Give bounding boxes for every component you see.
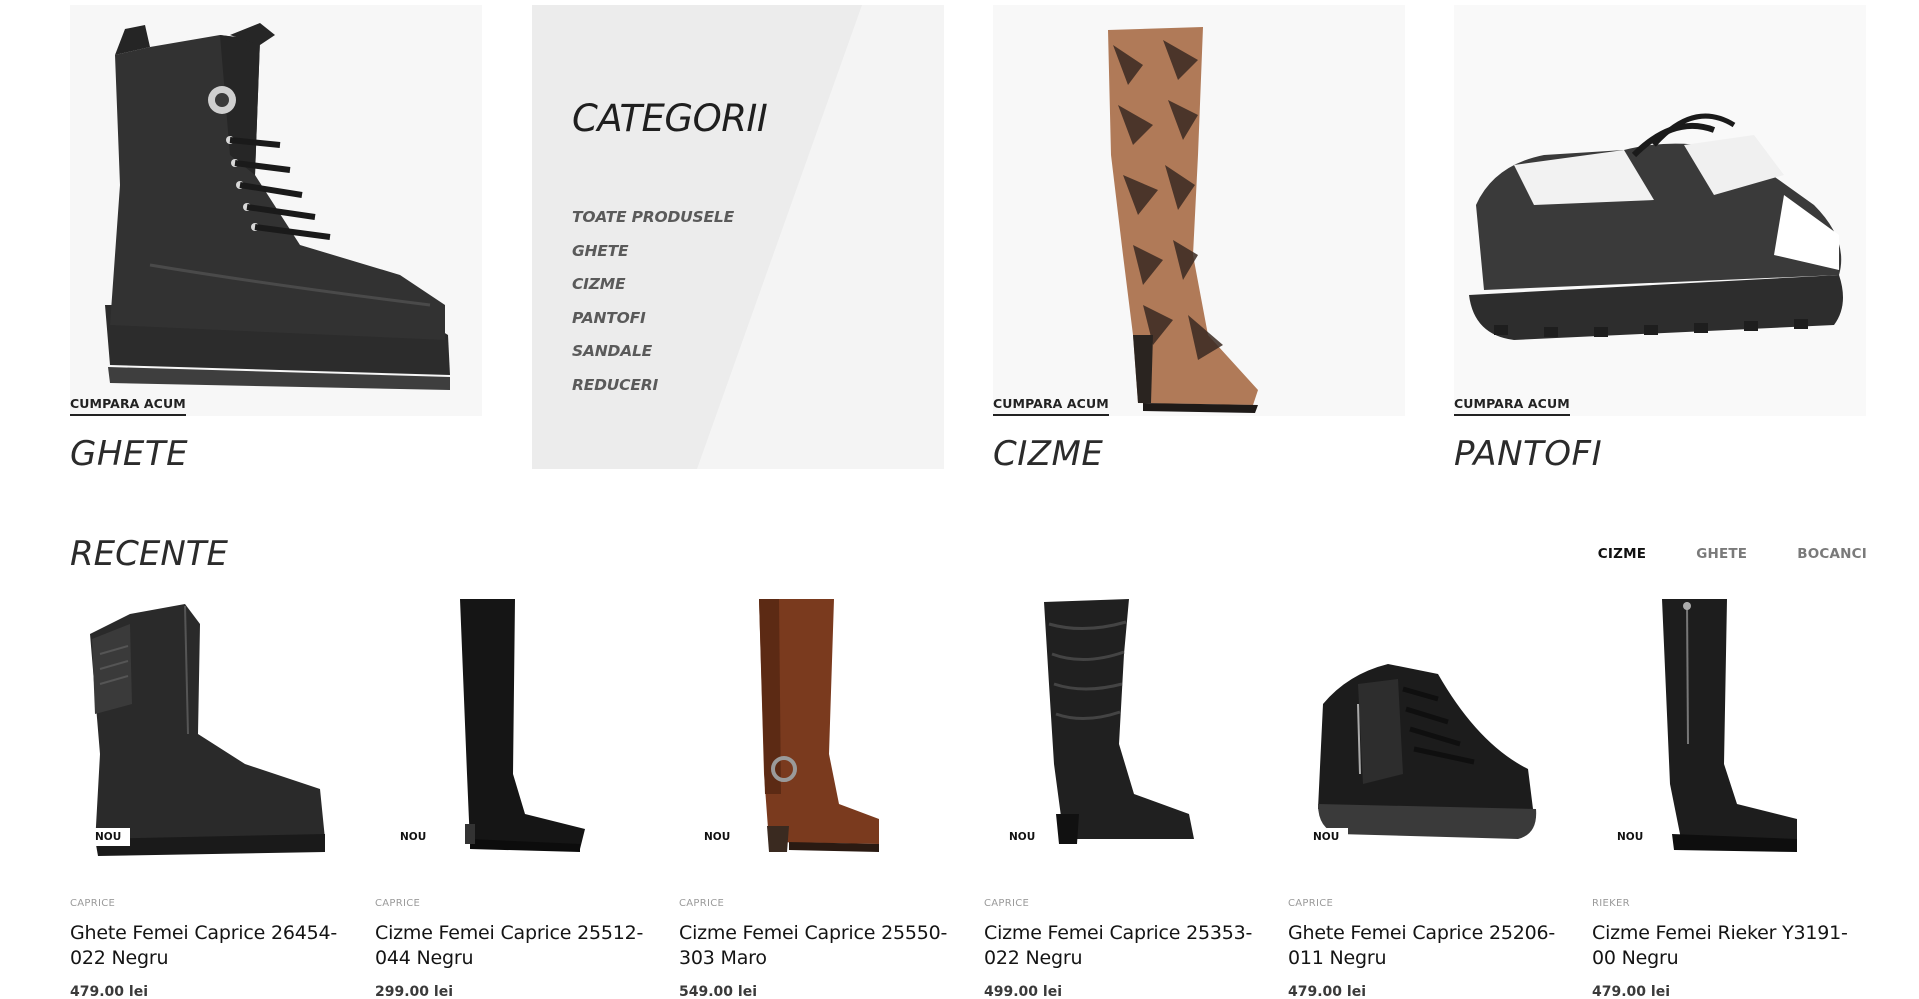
tile-title[interactable]: GHETE [70, 434, 482, 474]
product-name[interactable]: Ghete Femei Caprice 26454-022 Negru [70, 921, 340, 971]
new-badge: NOU [1608, 828, 1653, 846]
product-card[interactable]: NOU CAPRICE Ghete Femei Caprice 26454-02… [70, 594, 340, 999]
category-link-ghete[interactable]: GHETE [572, 241, 734, 275]
brown-boot-image [759, 599, 879, 852]
pantofi-image[interactable]: CUMPARA ACUM [1454, 5, 1866, 416]
recent-heading: RECENTE [70, 534, 229, 574]
buy-now-link[interactable]: CUMPARA ACUM [70, 396, 186, 416]
product-card[interactable]: NOU RIEKER Cizme Femei Rieker Y3191-00 N… [1592, 594, 1862, 999]
recent-filter-tabs: CIZME GHETE BOCANCI [1548, 546, 1867, 562]
product-name[interactable]: Cizme Femei Rieker Y3191-00 Negru [1592, 921, 1862, 971]
product-brand: CAPRICE [70, 898, 116, 909]
product-name[interactable]: Ghete Femei Caprice 25206-011 Negru [1288, 921, 1558, 971]
product-card[interactable]: NOU CAPRICE Cizme Femei Caprice 25550-30… [679, 594, 949, 999]
product-name[interactable]: Cizme Femei Caprice 25353-022 Negru [984, 921, 1254, 971]
product-price: 299.00 lei [375, 984, 453, 999]
new-badge: NOU [1000, 828, 1045, 846]
category-link-all[interactable]: TOATE PRODUSELE [572, 207, 734, 241]
category-tile-cizme[interactable]: CUMPARA ACUM CIZME [993, 5, 1405, 474]
buy-now-link[interactable]: CUMPARA ACUM [1454, 396, 1570, 416]
category-tile-pantofi[interactable]: CUMPARA ACUM PANTOFI [1454, 5, 1866, 474]
categories-list: TOATE PRODUSELE GHETE CIZME PANTOFI SAND… [572, 207, 734, 409]
product-price: 499.00 lei [984, 984, 1062, 999]
tall-black-boot-image [1662, 599, 1797, 852]
filter-tab-ghete[interactable]: GHETE [1696, 546, 1747, 562]
category-tile-ghete[interactable]: CUMPARA ACUM GHETE [70, 5, 482, 474]
slouch-boot-image [1044, 599, 1194, 844]
product-price: 479.00 lei [70, 984, 148, 999]
tile-title[interactable]: PANTOFI [1454, 434, 1866, 474]
ghete-image[interactable]: CUMPARA ACUM [70, 5, 482, 416]
product-image[interactable]: NOU [1592, 594, 1862, 864]
product-price: 479.00 lei [1592, 984, 1670, 999]
product-brand: RIEKER [1592, 898, 1630, 909]
product-card[interactable]: NOU CAPRICE Ghete Femei Caprice 25206-01… [1288, 594, 1558, 999]
product-brand: CAPRICE [984, 898, 1030, 909]
new-badge: NOU [695, 828, 740, 846]
filter-tab-bocanci[interactable]: BOCANCI [1797, 546, 1867, 562]
tile-title[interactable]: CIZME [993, 434, 1405, 474]
category-link-pantofi[interactable]: PANTOFI [572, 308, 734, 342]
product-image[interactable]: NOU [70, 594, 340, 864]
category-link-reduceri[interactable]: REDUCERI [572, 375, 734, 409]
snakeskin-boot-illustration [993, 5, 1405, 416]
patent-sneaker-image [1318, 664, 1537, 839]
product-brand: CAPRICE [679, 898, 725, 909]
product-card[interactable]: NOU CAPRICE Cizme Femei Caprice 25353-02… [984, 594, 1254, 999]
sneaker-illustration [1454, 5, 1866, 416]
categories-heading: CATEGORII [572, 97, 768, 140]
product-brand: CAPRICE [375, 898, 421, 909]
product-price: 549.00 lei [679, 984, 757, 999]
new-badge: NOU [86, 828, 131, 846]
product-image[interactable]: NOU [1288, 594, 1558, 864]
categories-panel: CATEGORII TOATE PRODUSELE GHETE CIZME PA… [532, 5, 944, 469]
suede-boot-image [460, 599, 585, 852]
product-card[interactable]: NOU CAPRICE Cizme Femei Caprice 25512-04… [375, 594, 645, 999]
filter-tab-cizme[interactable]: CIZME [1598, 546, 1646, 562]
ankle-boot-illustration [70, 5, 482, 416]
new-badge: NOU [391, 828, 436, 846]
cizme-image[interactable]: CUMPARA ACUM [993, 5, 1405, 416]
product-price: 479.00 lei [1288, 984, 1366, 999]
product-image[interactable]: NOU [375, 594, 645, 864]
product-name[interactable]: Cizme Femei Caprice 25512-044 Negru [375, 921, 645, 971]
buy-now-link[interactable]: CUMPARA ACUM [993, 396, 1109, 416]
product-name[interactable]: Cizme Femei Caprice 25550-303 Maro [679, 921, 949, 971]
category-link-cizme[interactable]: CIZME [572, 274, 734, 308]
category-link-sandale[interactable]: SANDALE [572, 341, 734, 375]
product-image[interactable]: NOU [984, 594, 1254, 864]
product-brand: CAPRICE [1288, 898, 1334, 909]
product-image[interactable]: NOU [679, 594, 949, 864]
new-badge: NOU [1304, 828, 1349, 846]
ankle-boot-image [90, 604, 325, 856]
